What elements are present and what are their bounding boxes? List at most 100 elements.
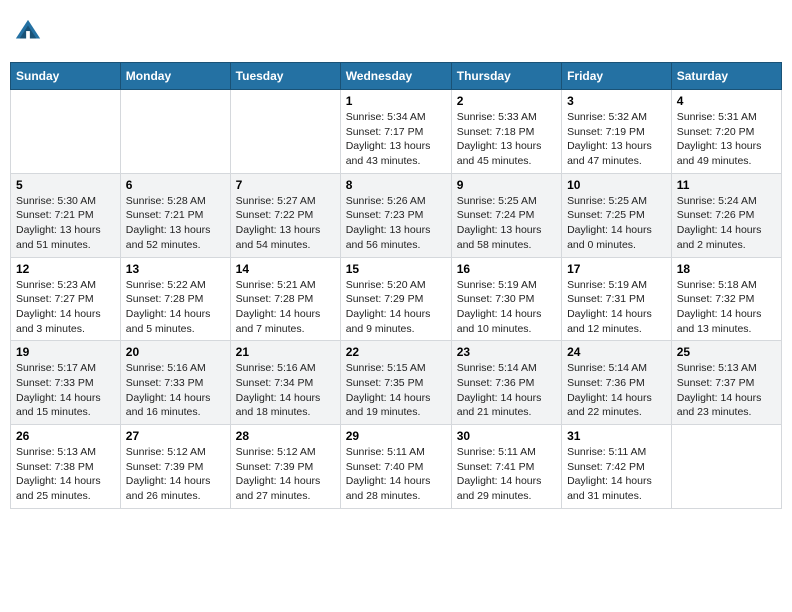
day-info: Sunrise: 5:11 AM Sunset: 7:40 PM Dayligh…: [346, 445, 446, 504]
sunrise: Sunrise: 5:31 AM: [677, 111, 757, 123]
day-info: Sunrise: 5:11 AM Sunset: 7:42 PM Dayligh…: [567, 445, 666, 504]
calendar-cell: 26 Sunrise: 5:13 AM Sunset: 7:38 PM Dayl…: [11, 425, 121, 509]
calendar-cell: 29 Sunrise: 5:11 AM Sunset: 7:40 PM Dayl…: [340, 425, 451, 509]
calendar-cell: 6 Sunrise: 5:28 AM Sunset: 7:21 PM Dayli…: [120, 173, 230, 257]
sunset: Sunset: 7:24 PM: [457, 209, 535, 221]
calendar-cell: 21 Sunrise: 5:16 AM Sunset: 7:34 PM Dayl…: [230, 341, 340, 425]
calendar-week-2: 5 Sunrise: 5:30 AM Sunset: 7:21 PM Dayli…: [11, 173, 782, 257]
sunrise: Sunrise: 5:22 AM: [126, 279, 206, 291]
logo-icon: [14, 18, 42, 46]
daylight: Daylight: 14 hours and 16 minutes.: [126, 392, 211, 419]
sunset: Sunset: 7:37 PM: [677, 377, 755, 389]
sunrise: Sunrise: 5:25 AM: [567, 195, 647, 207]
weekday-header-friday: Friday: [562, 63, 672, 90]
daylight: Daylight: 13 hours and 58 minutes.: [457, 224, 542, 251]
day-number: 30: [457, 429, 556, 443]
day-info: Sunrise: 5:16 AM Sunset: 7:33 PM Dayligh…: [126, 361, 225, 420]
logo: [14, 18, 44, 46]
sunset: Sunset: 7:39 PM: [236, 461, 314, 473]
day-number: 17: [567, 262, 666, 276]
calendar-cell: 4 Sunrise: 5:31 AM Sunset: 7:20 PM Dayli…: [671, 90, 781, 174]
sunset: Sunset: 7:38 PM: [16, 461, 94, 473]
daylight: Daylight: 13 hours and 56 minutes.: [346, 224, 431, 251]
calendar-header: SundayMondayTuesdayWednesdayThursdayFrid…: [11, 63, 782, 90]
calendar-week-3: 12 Sunrise: 5:23 AM Sunset: 7:27 PM Dayl…: [11, 257, 782, 341]
daylight: Daylight: 14 hours and 25 minutes.: [16, 475, 101, 502]
sunrise: Sunrise: 5:14 AM: [567, 362, 647, 374]
day-number: 10: [567, 178, 666, 192]
calendar-cell: 9 Sunrise: 5:25 AM Sunset: 7:24 PM Dayli…: [451, 173, 561, 257]
sunrise: Sunrise: 5:28 AM: [126, 195, 206, 207]
day-number: 12: [16, 262, 115, 276]
day-info: Sunrise: 5:16 AM Sunset: 7:34 PM Dayligh…: [236, 361, 335, 420]
calendar-cell: 3 Sunrise: 5:32 AM Sunset: 7:19 PM Dayli…: [562, 90, 672, 174]
day-number: 7: [236, 178, 335, 192]
sunrise: Sunrise: 5:34 AM: [346, 111, 426, 123]
sunrise: Sunrise: 5:26 AM: [346, 195, 426, 207]
day-number: 28: [236, 429, 335, 443]
calendar-cell: [230, 90, 340, 174]
sunrise: Sunrise: 5:23 AM: [16, 279, 96, 291]
daylight: Daylight: 14 hours and 5 minutes.: [126, 308, 211, 335]
calendar-cell: 27 Sunrise: 5:12 AM Sunset: 7:39 PM Dayl…: [120, 425, 230, 509]
sunset: Sunset: 7:33 PM: [126, 377, 204, 389]
sunset: Sunset: 7:42 PM: [567, 461, 645, 473]
sunset: Sunset: 7:22 PM: [236, 209, 314, 221]
day-number: 6: [126, 178, 225, 192]
sunset: Sunset: 7:20 PM: [677, 126, 755, 138]
page-header: [10, 10, 782, 54]
weekday-header-monday: Monday: [120, 63, 230, 90]
day-info: Sunrise: 5:19 AM Sunset: 7:30 PM Dayligh…: [457, 278, 556, 337]
sunset: Sunset: 7:32 PM: [677, 293, 755, 305]
daylight: Daylight: 13 hours and 47 minutes.: [567, 140, 652, 167]
calendar-cell: [120, 90, 230, 174]
sunrise: Sunrise: 5:25 AM: [457, 195, 537, 207]
calendar-cell: 19 Sunrise: 5:17 AM Sunset: 7:33 PM Dayl…: [11, 341, 121, 425]
day-number: 3: [567, 94, 666, 108]
weekday-header-thursday: Thursday: [451, 63, 561, 90]
calendar-cell: 23 Sunrise: 5:14 AM Sunset: 7:36 PM Dayl…: [451, 341, 561, 425]
day-info: Sunrise: 5:17 AM Sunset: 7:33 PM Dayligh…: [16, 361, 115, 420]
day-info: Sunrise: 5:13 AM Sunset: 7:38 PM Dayligh…: [16, 445, 115, 504]
day-number: 11: [677, 178, 776, 192]
daylight: Daylight: 13 hours and 45 minutes.: [457, 140, 542, 167]
sunset: Sunset: 7:29 PM: [346, 293, 424, 305]
sunrise: Sunrise: 5:19 AM: [457, 279, 537, 291]
day-info: Sunrise: 5:30 AM Sunset: 7:21 PM Dayligh…: [16, 194, 115, 253]
day-info: Sunrise: 5:15 AM Sunset: 7:35 PM Dayligh…: [346, 361, 446, 420]
calendar-cell: [671, 425, 781, 509]
calendar-cell: 11 Sunrise: 5:24 AM Sunset: 7:26 PM Dayl…: [671, 173, 781, 257]
sunrise: Sunrise: 5:16 AM: [126, 362, 206, 374]
calendar-cell: 14 Sunrise: 5:21 AM Sunset: 7:28 PM Dayl…: [230, 257, 340, 341]
sunrise: Sunrise: 5:33 AM: [457, 111, 537, 123]
weekday-header-wednesday: Wednesday: [340, 63, 451, 90]
calendar-cell: 20 Sunrise: 5:16 AM Sunset: 7:33 PM Dayl…: [120, 341, 230, 425]
sunset: Sunset: 7:30 PM: [457, 293, 535, 305]
weekday-header-saturday: Saturday: [671, 63, 781, 90]
daylight: Daylight: 13 hours and 54 minutes.: [236, 224, 321, 251]
day-info: Sunrise: 5:31 AM Sunset: 7:20 PM Dayligh…: [677, 110, 776, 169]
sunset: Sunset: 7:28 PM: [236, 293, 314, 305]
day-info: Sunrise: 5:19 AM Sunset: 7:31 PM Dayligh…: [567, 278, 666, 337]
sunset: Sunset: 7:36 PM: [567, 377, 645, 389]
daylight: Daylight: 14 hours and 9 minutes.: [346, 308, 431, 335]
daylight: Daylight: 14 hours and 28 minutes.: [346, 475, 431, 502]
daylight: Daylight: 14 hours and 13 minutes.: [677, 308, 762, 335]
day-number: 16: [457, 262, 556, 276]
day-number: 25: [677, 345, 776, 359]
calendar-cell: 25 Sunrise: 5:13 AM Sunset: 7:37 PM Dayl…: [671, 341, 781, 425]
day-number: 4: [677, 94, 776, 108]
day-number: 31: [567, 429, 666, 443]
day-info: Sunrise: 5:13 AM Sunset: 7:37 PM Dayligh…: [677, 361, 776, 420]
sunrise: Sunrise: 5:11 AM: [567, 446, 646, 458]
sunset: Sunset: 7:41 PM: [457, 461, 535, 473]
day-number: 26: [16, 429, 115, 443]
day-number: 29: [346, 429, 446, 443]
daylight: Daylight: 14 hours and 18 minutes.: [236, 392, 321, 419]
calendar-cell: 22 Sunrise: 5:15 AM Sunset: 7:35 PM Dayl…: [340, 341, 451, 425]
day-number: 27: [126, 429, 225, 443]
daylight: Daylight: 14 hours and 0 minutes.: [567, 224, 652, 251]
daylight: Daylight: 14 hours and 19 minutes.: [346, 392, 431, 419]
daylight: Daylight: 14 hours and 29 minutes.: [457, 475, 542, 502]
calendar-cell: 17 Sunrise: 5:19 AM Sunset: 7:31 PM Dayl…: [562, 257, 672, 341]
